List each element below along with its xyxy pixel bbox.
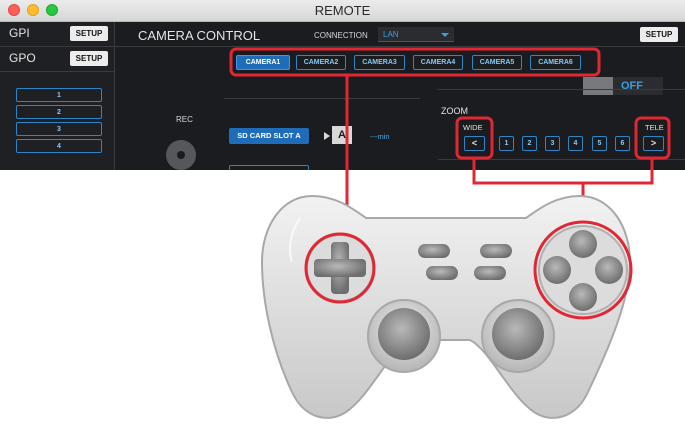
gamepad-icon xyxy=(260,194,632,419)
wide-callout xyxy=(455,116,494,160)
gamepad-mapping-diagram xyxy=(229,47,671,419)
tele-callout xyxy=(634,116,671,160)
camera-tabs-callout xyxy=(229,47,601,77)
zoom-connector-line xyxy=(472,158,654,185)
